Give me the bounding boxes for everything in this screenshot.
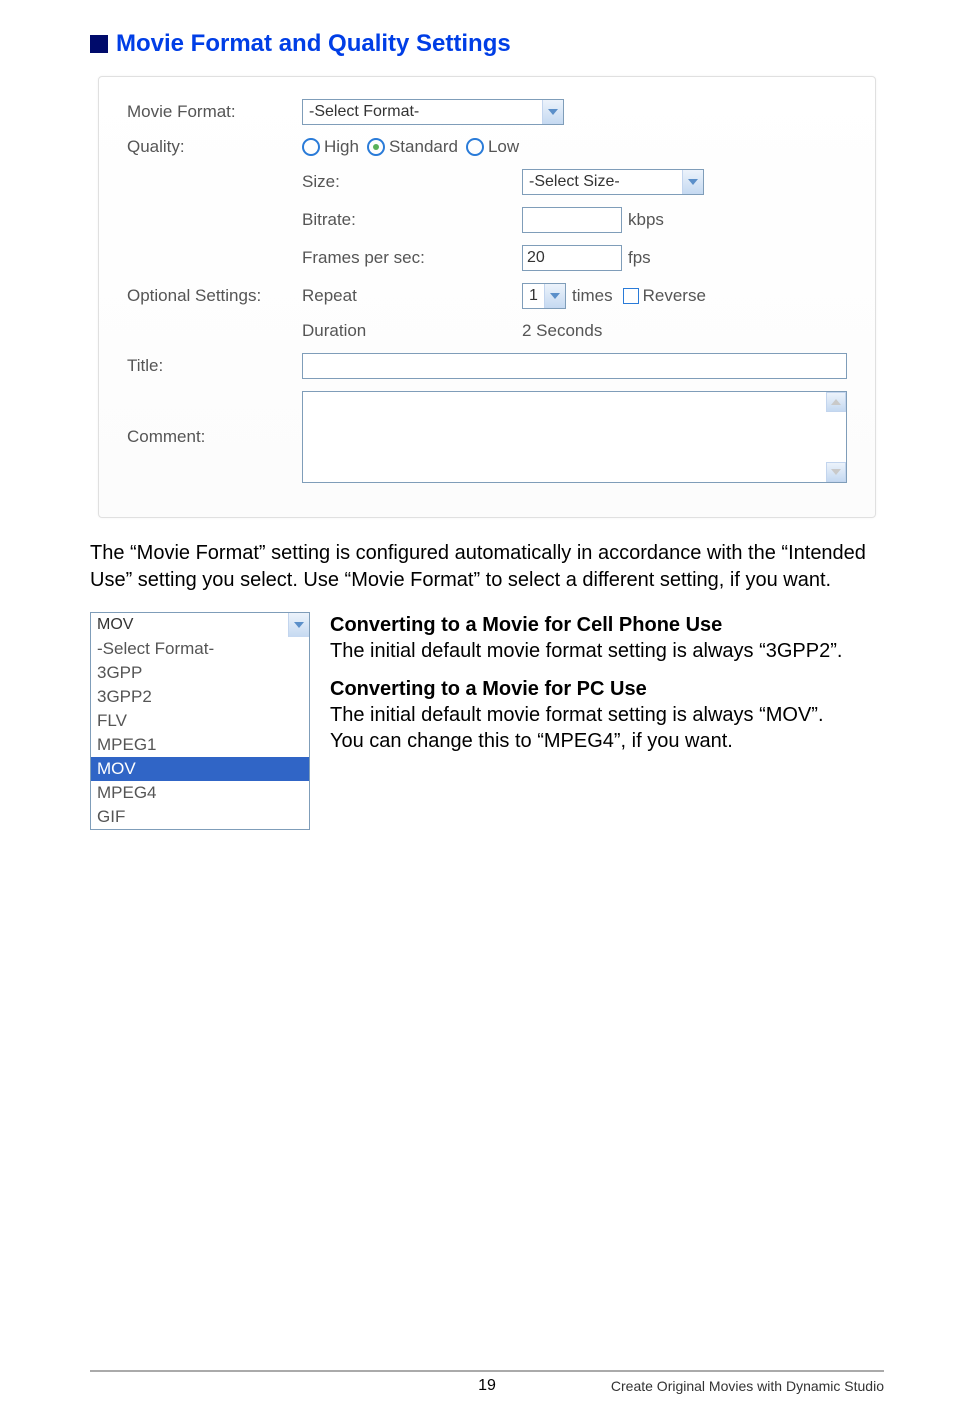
scroll-down-icon[interactable] [826, 462, 846, 482]
repeat-value: 1 [523, 284, 544, 308]
chevron-down-icon[interactable] [288, 613, 309, 637]
cellphone-heading: Converting to a Movie for Cell Phone Use [330, 612, 884, 638]
quality-standard-radio[interactable]: Standard [367, 137, 458, 157]
quality-low-radio[interactable]: Low [466, 137, 519, 157]
dropdown-item[interactable]: 3GPP [91, 661, 309, 685]
dropdown-item-selected[interactable]: MOV [91, 757, 309, 781]
movie-format-value: -Select Format- [303, 100, 542, 124]
duration-value: 2 Seconds [522, 321, 602, 341]
fps-unit: fps [628, 248, 651, 268]
dropdown-item[interactable]: MPEG4 [91, 781, 309, 805]
section-heading: Movie Format and Quality Settings [116, 30, 511, 58]
fps-input[interactable]: 20 [522, 245, 622, 271]
pc-heading: Converting to a Movie for PC Use [330, 676, 884, 702]
dropdown-list[interactable]: -Select Format- 3GPP 3GPP2 FLV MPEG1 MOV… [91, 637, 309, 829]
dropdown-item[interactable]: 3GPP2 [91, 685, 309, 709]
quality-label: Quality: [127, 137, 302, 157]
section-heading-row: Movie Format and Quality Settings [90, 30, 884, 58]
title-label: Title: [127, 356, 302, 376]
repeat-select[interactable]: 1 [522, 283, 566, 309]
cellphone-body: The initial default movie format setting… [330, 638, 884, 664]
settings-panel: Movie Format: -Select Format- Quality: H… [98, 76, 876, 518]
dropdown-item[interactable]: FLV [91, 709, 309, 733]
reverse-label: Reverse [643, 286, 706, 306]
pc-body-1: The initial default movie format setting… [330, 702, 884, 728]
size-label: Size: [302, 172, 522, 192]
page-number: 19 [478, 1377, 496, 1395]
bitrate-unit: kbps [628, 210, 664, 230]
movie-format-label: Movie Format: [127, 102, 302, 122]
radio-icon [302, 138, 320, 156]
comment-textarea[interactable] [302, 391, 847, 483]
size-select[interactable]: -Select Size- [522, 169, 704, 195]
comment-label: Comment: [127, 427, 302, 447]
quality-high-label: High [324, 137, 359, 157]
dropdown-item[interactable]: MPEG1 [91, 733, 309, 757]
quality-high-radio[interactable]: High [302, 137, 359, 157]
dropdown-item[interactable]: GIF [91, 805, 309, 829]
chevron-down-icon[interactable] [544, 284, 565, 308]
bitrate-input[interactable] [522, 207, 622, 233]
title-input[interactable] [302, 353, 847, 379]
movie-format-select[interactable]: -Select Format- [302, 99, 564, 125]
repeat-label: Repeat [302, 286, 522, 306]
duration-label: Duration [302, 321, 522, 341]
bitrate-label: Bitrate: [302, 210, 522, 230]
radio-icon [466, 138, 484, 156]
reverse-checkbox[interactable] [623, 288, 639, 304]
optional-settings-label: Optional Settings: [127, 286, 302, 306]
fps-value: 20 [527, 249, 545, 267]
footer-right-text: Create Original Movies with Dynamic Stud… [611, 1378, 884, 1394]
quality-low-label: Low [488, 137, 519, 157]
fps-label: Frames per sec: [302, 248, 522, 268]
size-value: -Select Size- [523, 170, 682, 194]
chevron-down-icon[interactable] [542, 100, 563, 124]
radio-icon [367, 138, 385, 156]
format-dropdown-example: MOV -Select Format- 3GPP 3GPP2 FLV MPEG1… [90, 612, 310, 830]
dropdown-item[interactable]: -Select Format- [91, 637, 309, 661]
chevron-down-icon[interactable] [682, 170, 703, 194]
pc-body-2: You can change this to “MPEG4”, if you w… [330, 728, 884, 754]
dropdown-current-value: MOV [91, 613, 288, 637]
description-paragraph: The “Movie Format” setting is configured… [90, 540, 884, 594]
times-label: times [572, 286, 613, 306]
quality-standard-label: Standard [389, 137, 458, 157]
page-footer: 19 Create Original Movies with Dynamic S… [90, 1370, 884, 1394]
heading-bullet-icon [90, 35, 108, 53]
scroll-up-icon[interactable] [826, 392, 846, 412]
